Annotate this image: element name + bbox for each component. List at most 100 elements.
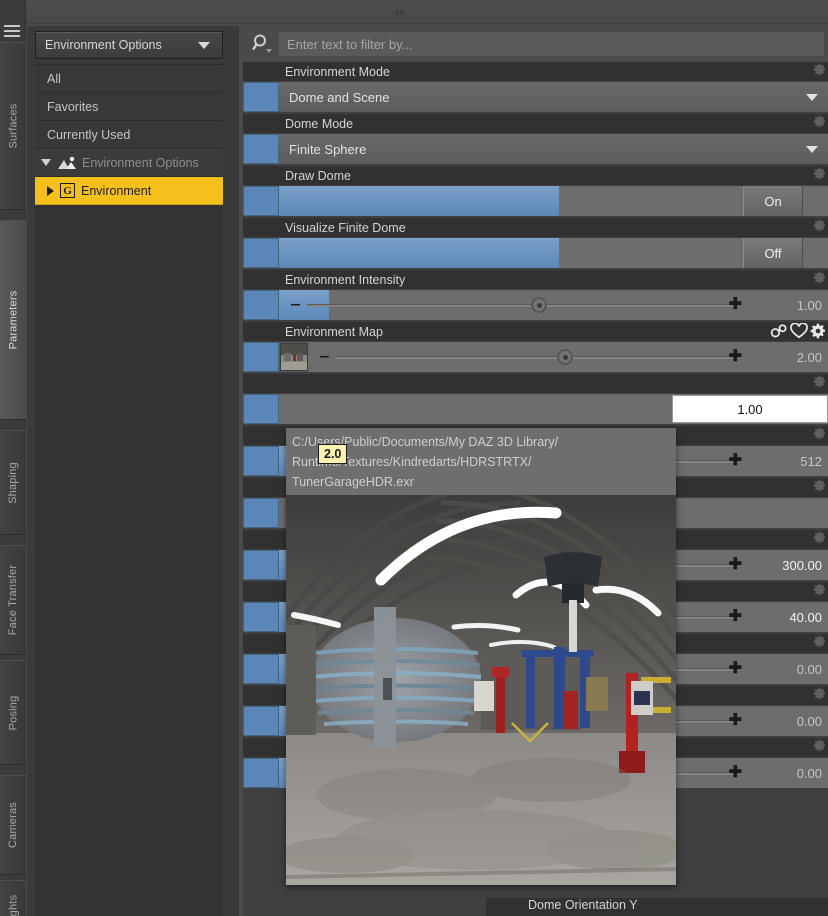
slider-value[interactable]: 1.00 [744,298,822,313]
chevron-down-icon[interactable] [41,159,51,166]
chevron-down-icon[interactable] [806,146,818,153]
slider-handle[interactable] [557,349,574,365]
preset-selector-combo[interactable]: Environment Options [35,31,223,59]
chevron-down-icon [198,42,210,49]
slider-decrement-icon[interactable]: ‒ [291,297,300,313]
parameter-color-swatch[interactable] [243,498,279,528]
slider-increment-icon[interactable]: ✚ [729,713,742,729]
parameter-toggle[interactable]: Off [279,238,828,268]
slider-decrement-icon[interactable]: ‒ [320,349,329,365]
parameter-color-swatch[interactable] [243,446,279,476]
parameter-slider[interactable]: ‒ ✚ 2.00 [308,342,828,372]
parameter-color-swatch[interactable] [243,602,279,632]
vertical-tab-surfaces[interactable]: Surfaces [0,42,26,210]
slider-increment-icon[interactable]: ✚ [729,661,742,677]
slider-value[interactable]: 0.00 [744,714,822,729]
parameter-color-swatch[interactable] [243,82,279,112]
search-icon[interactable] [251,33,273,55]
hamburger-menu-icon[interactable] [3,22,22,40]
parameter-color-swatch[interactable] [243,758,279,788]
parameter-toggle[interactable]: On [279,186,828,216]
parameter-slider[interactable]: 1.00 [279,394,828,424]
link-icon[interactable] [770,323,788,339]
sidebar-item-favorites[interactable]: Favorites [35,93,223,121]
row-icon-group [813,63,826,76]
vertical-tab-posing[interactable]: Posing [0,660,26,765]
texture-thumbnail[interactable] [280,343,308,371]
slider-track[interactable] [336,355,738,359]
parameter-color-swatch[interactable] [243,342,279,372]
gear-icon[interactable] [813,427,826,440]
parameter-combo[interactable]: Finite Sphere [279,134,828,164]
vertical-tab-lights[interactable]: Lights [0,880,26,916]
slider-increment-icon[interactable]: ✚ [729,765,742,781]
slider-value[interactable]: 0.00 [744,662,822,677]
parameter-color-swatch[interactable] [243,706,279,736]
toggle-state-label: Off [764,245,782,261]
heart-icon[interactable] [790,323,808,339]
slider-increment-icon[interactable]: ✚ [729,609,742,625]
sidebar-item-all[interactable]: All [35,65,223,93]
slider-value[interactable]: 300.00 [744,558,822,573]
slider-increment-icon[interactable]: ✚ [729,349,742,365]
parameter-combo[interactable]: Dome and Scene [279,82,828,112]
parameter-color-swatch[interactable] [243,550,279,580]
parameter-color-swatch[interactable] [243,394,279,424]
parameter-label-row: Environment Intensity [243,270,828,290]
vertical-tab-face-transfer[interactable]: Face Transfer [0,545,26,655]
value-edit-field[interactable]: 1.00 [672,395,828,423]
row-icon-group [813,375,826,388]
gear-icon[interactable] [810,323,826,339]
parameter-slider[interactable]: ‒ ✚ 1.00 [279,290,828,320]
slider-increment-icon[interactable]: ✚ [729,453,742,469]
filter-input[interactable] [279,32,824,56]
gear-icon[interactable] [813,219,826,232]
toggle-state-label: On [764,193,782,209]
gear-icon[interactable] [813,687,826,700]
gear-icon[interactable] [813,531,826,544]
drag-handle-icon[interactable] [394,10,416,16]
gear-icon[interactable] [813,739,826,752]
gear-icon[interactable] [813,271,826,284]
parameter-name: Visualize Finite Dome [285,220,406,235]
gear-icon[interactable] [813,479,826,492]
slider-value[interactable]: 40.00 [744,610,822,625]
gear-icon[interactable] [813,63,826,76]
sidebar-item-environment[interactable]: G Environment [35,177,223,205]
slider-value[interactable]: 2.00 [744,350,822,365]
parameter-row: Visualize Finite Dome Off [243,218,828,270]
slider-increment-icon[interactable]: ✚ [729,297,742,313]
slider-increment-icon[interactable]: ✚ [729,557,742,573]
chevron-down-icon[interactable] [806,94,818,101]
parameter-color-swatch[interactable] [243,238,279,268]
chevron-right-icon[interactable] [47,185,54,196]
slider-value[interactable]: 0.00 [744,766,822,781]
vertical-tab-shaping[interactable]: Shaping [0,430,26,535]
sidebar-item-label: Currently Used [47,127,131,142]
vertical-tab-parameters[interactable]: Parameters [0,220,26,420]
gear-icon[interactable] [813,583,826,596]
parameter-label-row: Environment Map [243,322,828,342]
toggle-knob[interactable]: On [743,186,803,216]
row-icon-group [813,583,826,596]
parameter-color-swatch[interactable] [243,134,279,164]
slider-track[interactable] [307,303,738,307]
slider-handle[interactable] [531,297,548,313]
gear-icon[interactable] [813,375,826,388]
sidebar-item-environment-options[interactable]: Environment Options [35,149,223,177]
vertical-tab-cameras[interactable]: Cameras [0,775,26,875]
parameter-color-swatch[interactable] [243,290,279,320]
parameter-row: Draw Dome On [243,166,828,218]
row-icon-group [813,219,826,232]
gear-icon[interactable] [813,115,826,128]
toggle-knob[interactable]: Off [743,238,803,268]
row-icon-group [813,635,826,648]
parameter-color-swatch[interactable] [243,186,279,216]
sidebar-item-label: All [47,71,61,86]
gear-icon[interactable] [813,635,826,648]
sidebar-item-currently-used[interactable]: Currently Used [35,121,223,149]
slider-value[interactable]: 512 [744,454,822,469]
parameter-color-swatch[interactable] [243,654,279,684]
gear-icon[interactable] [813,167,826,180]
parameter-row: Environment Intensity ‒ ✚ 1.00 [243,270,828,322]
